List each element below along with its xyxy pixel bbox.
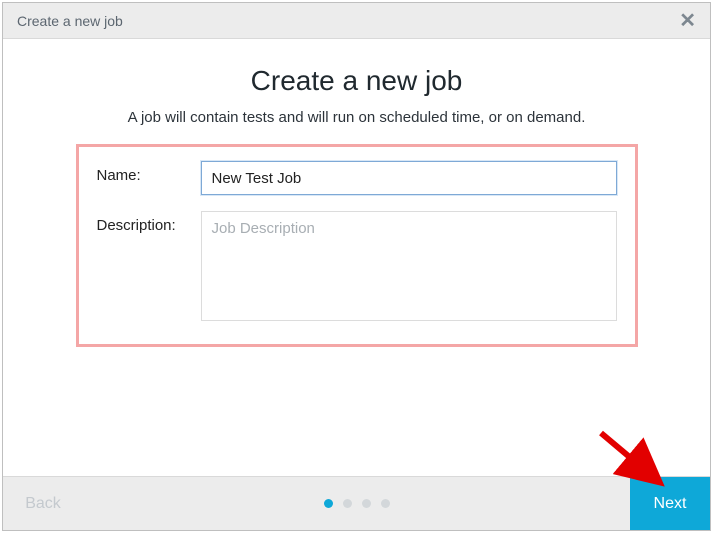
step-indicator	[83, 477, 630, 530]
dialog-header-title: Create a new job	[17, 13, 123, 29]
name-field-wrap	[201, 161, 617, 195]
page-subtitle: A job will contain tests and will run on…	[3, 109, 710, 126]
form-row-description: Description:	[97, 211, 617, 326]
next-button[interactable]: Next	[630, 477, 710, 530]
dialog: Create a new job ✕ Create a new job A jo…	[2, 2, 711, 531]
step-dot-2[interactable]	[343, 499, 352, 508]
description-field-wrap	[201, 211, 617, 326]
form-highlight-box: Name: Description:	[76, 144, 638, 347]
back-button[interactable]: Back	[3, 477, 83, 530]
description-label: Description:	[97, 211, 201, 234]
dialog-content: Create a new job A job will contain test…	[3, 39, 710, 476]
step-dot-3[interactable]	[362, 499, 371, 508]
form-row-name: Name:	[97, 161, 617, 195]
close-icon[interactable]: ✕	[679, 8, 696, 33]
name-label: Name:	[97, 161, 201, 184]
dialog-footer: Back Next	[3, 476, 710, 530]
step-dot-4[interactable]	[381, 499, 390, 508]
page-title: Create a new job	[3, 65, 710, 97]
name-input[interactable]	[201, 161, 617, 195]
dialog-header: Create a new job ✕	[3, 3, 710, 39]
description-input[interactable]	[201, 211, 617, 321]
step-dot-1[interactable]	[324, 499, 333, 508]
